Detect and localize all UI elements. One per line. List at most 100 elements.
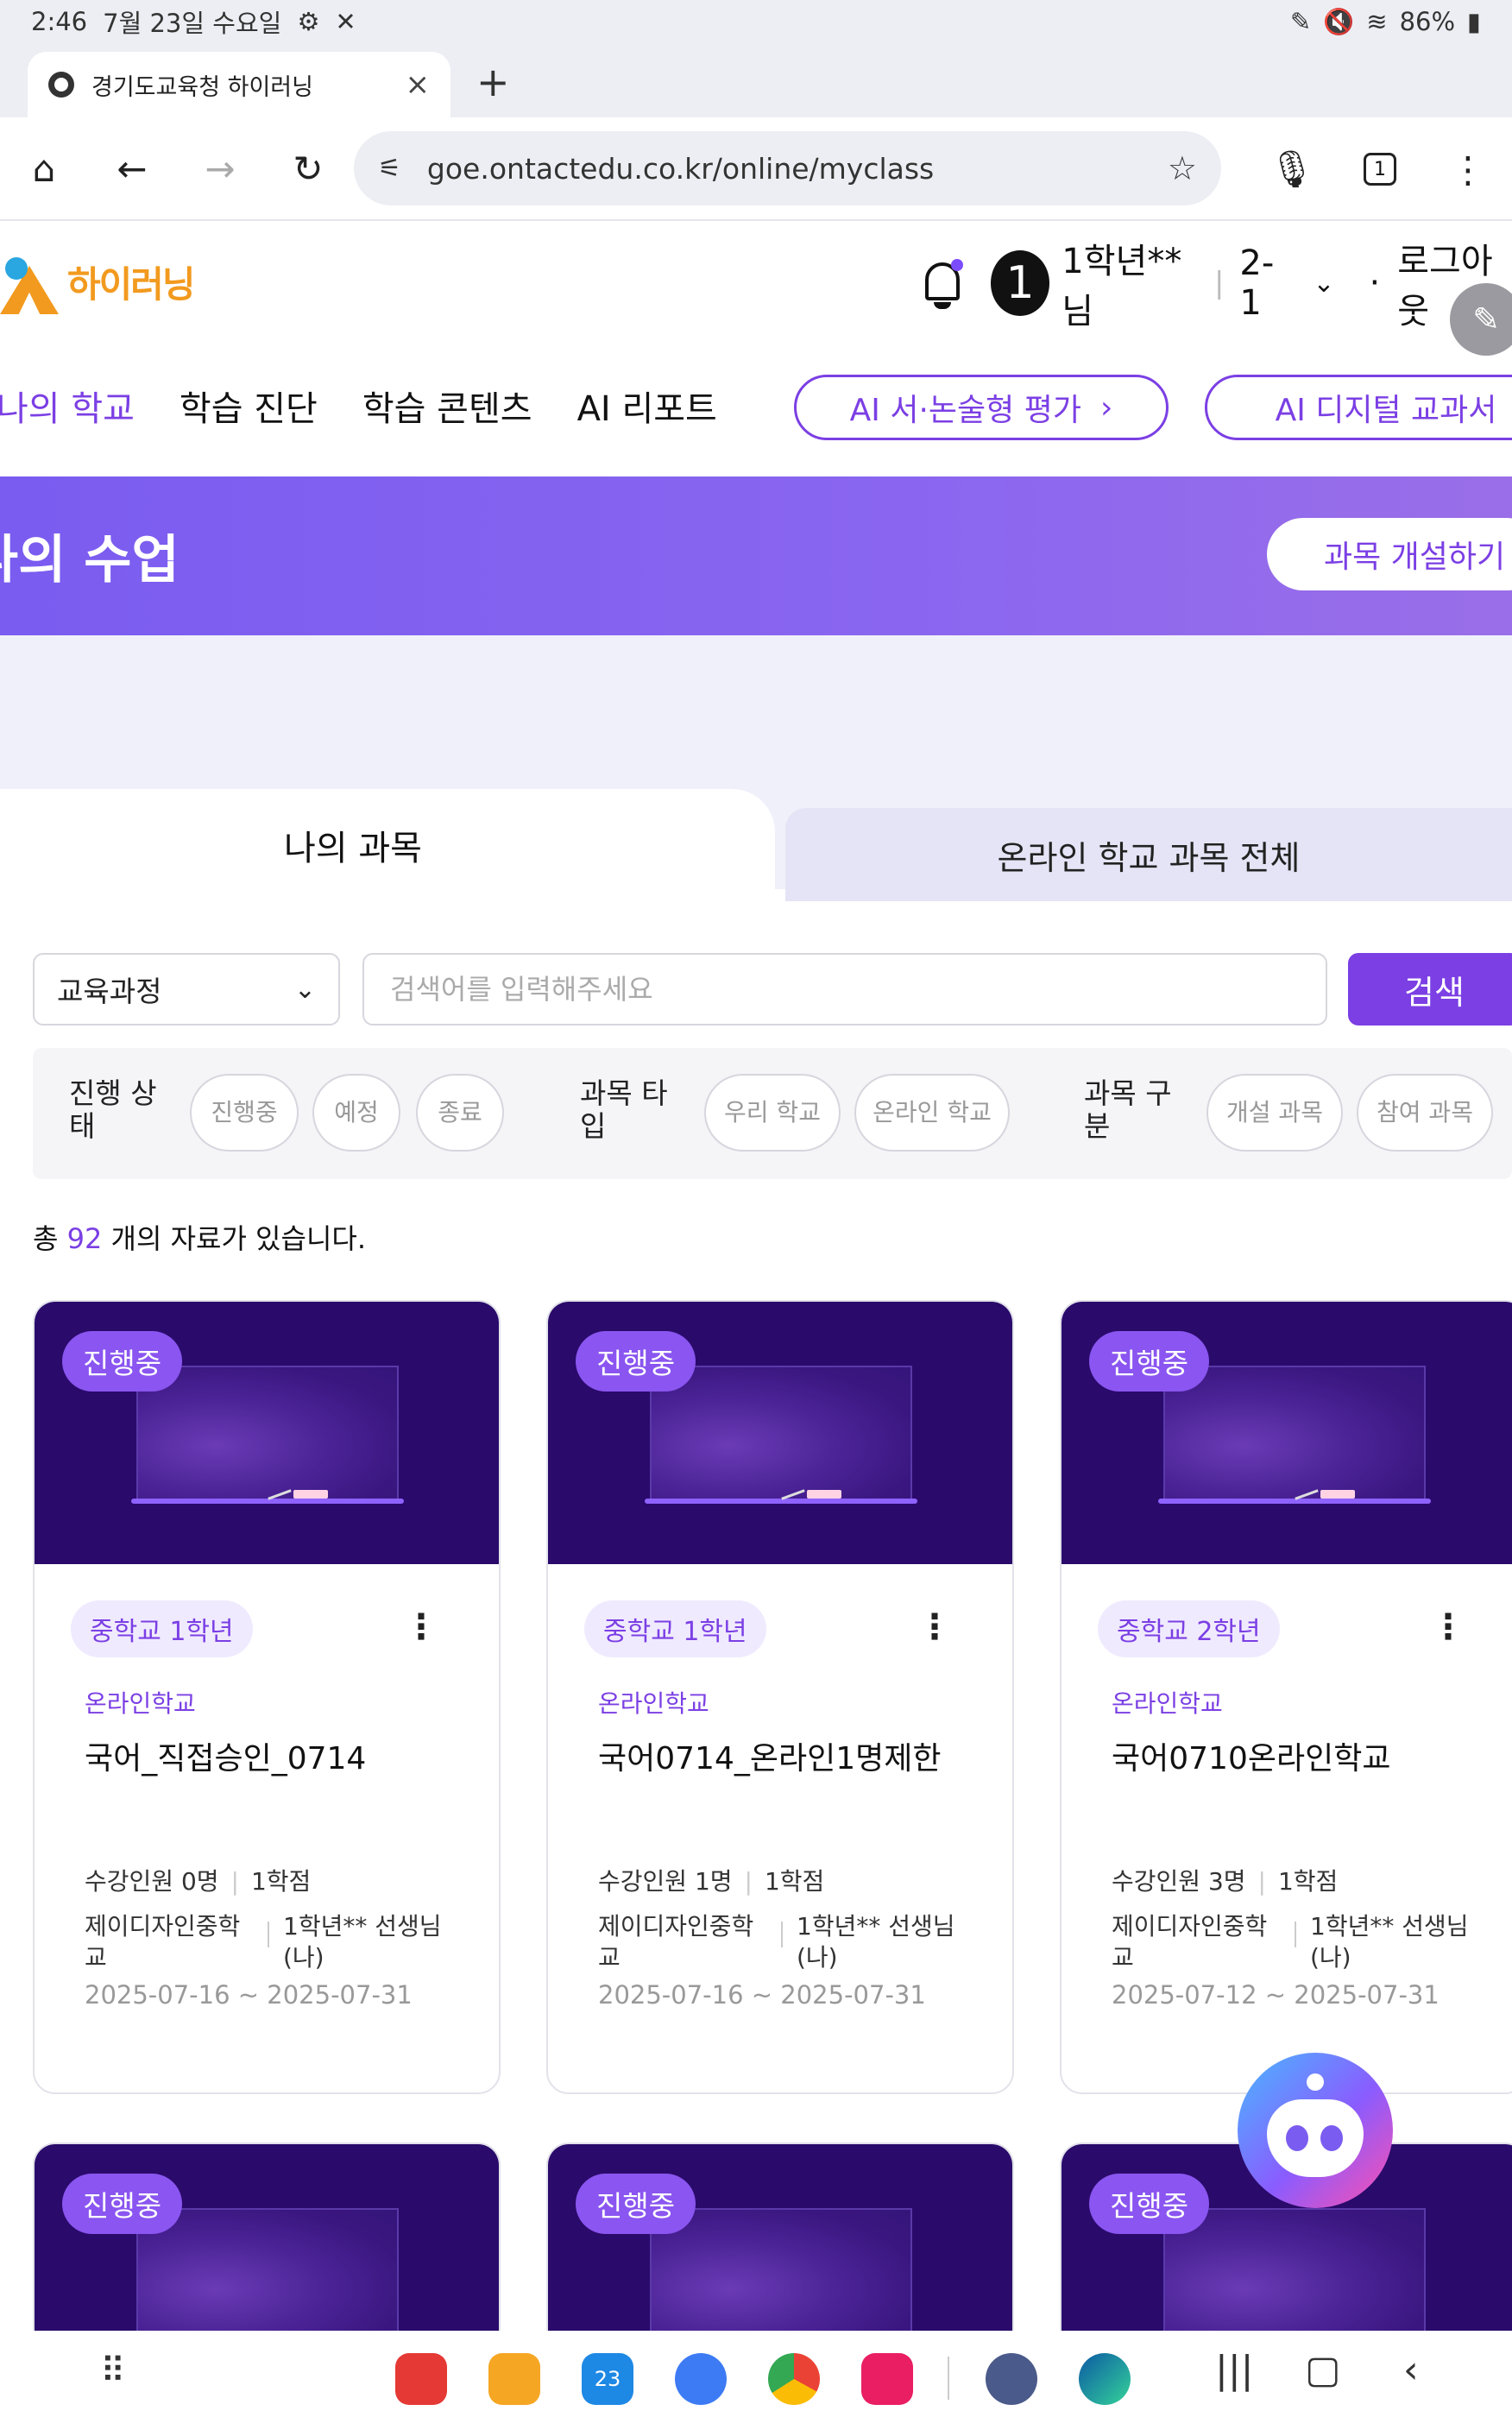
- ai-essay-evaluation-button[interactable]: AI 서·논술형 평가 ›: [794, 375, 1169, 440]
- course-thumbnail: 진행중: [35, 1302, 499, 1564]
- course-card[interactable]: 진행중 중학교 2학년 ⋮ 온라인학교 국어0710온라인학교 수강인원 3명 |…: [1060, 1300, 1512, 2094]
- browser-toolbar: ⌂ ← → ↻ ⚟ goe.ontactedu.co.kr/online/myc…: [0, 117, 1512, 221]
- address-bar[interactable]: ⚟ goe.ontactedu.co.kr/online/myclass ☆: [354, 131, 1221, 205]
- card-menu-kebab-icon[interactable]: ⋮: [1431, 1607, 1465, 1647]
- filter-chip-online-school[interactable]: 온라인 학교: [854, 1074, 1010, 1152]
- search-input[interactable]: [362, 953, 1327, 1025]
- site-logo[interactable]: 하이러닝: [0, 249, 196, 314]
- pen-status-icon: ✎: [1289, 7, 1312, 36]
- grade-tag: 중학교 2학년: [1098, 1600, 1280, 1657]
- back-icon[interactable]: ←: [88, 148, 176, 190]
- course-card[interactable]: 진행중 중학교 1학년 ⋮ 온라인학교 국어_직접승인_0714 수강인원 0명…: [33, 1300, 501, 2094]
- nav-learning-diagnosis[interactable]: 학습 진단: [180, 381, 318, 431]
- course-card[interactable]: 진행중: [546, 2142, 1014, 2332]
- home-system-icon[interactable]: ▢: [1305, 2348, 1341, 2392]
- chatbot-mascot-button[interactable]: [1238, 2053, 1393, 2208]
- course-meta: 수강인원 0명 | 1학점: [85, 1867, 312, 1896]
- menu-kebab-icon[interactable]: ⋮: [1424, 148, 1512, 191]
- microphone-icon[interactable]: 🎙: [1248, 148, 1336, 191]
- filter-chip-ended[interactable]: 종료: [416, 1074, 504, 1152]
- site-header: 하이러닝 1 1학년**님 | 2-1 ⌄ · 로그아웃: [0, 223, 1512, 352]
- course-card[interactable]: 진행중 중학교 1학년 ⋮ 온라인학교 국어0714_온라인1명제한 수강인원 …: [546, 1300, 1014, 2094]
- filter-status-label: 진행 상태: [69, 1076, 157, 1143]
- chevron-down-icon[interactable]: ⌄: [1313, 268, 1334, 299]
- cat-face-icon: [1267, 2099, 1364, 2177]
- reload-icon[interactable]: ↻: [264, 148, 352, 190]
- browser-tab-strip: 경기도교육청 하이러닝 × +: [0, 43, 1512, 117]
- status-badge: 진행중: [576, 1331, 696, 1392]
- curriculum-select[interactable]: 교육과정 ⌄: [33, 953, 340, 1025]
- home-icon[interactable]: ⌂: [0, 148, 88, 190]
- course-meta: 수강인원 3명 | 1학점: [1112, 1867, 1339, 1896]
- status-badge: 진행중: [1089, 1331, 1210, 1392]
- course-thumbnail: 진행중: [548, 1302, 1012, 1564]
- settings-app-icon[interactable]: [986, 2353, 1037, 2405]
- filter-chip-opened-course[interactable]: 개설 과목: [1206, 1074, 1343, 1152]
- nav-learning-contents[interactable]: 학습 콘텐츠: [362, 381, 532, 431]
- files-app-icon[interactable]: [488, 2353, 540, 2405]
- status-date: 7월 23일 수요일: [103, 9, 282, 38]
- chrome-app-icon[interactable]: [768, 2353, 820, 2405]
- tools-status-icon: ✕: [335, 7, 356, 36]
- filter-chip-joined-course[interactable]: 참여 과목: [1357, 1074, 1493, 1152]
- ai-digital-textbook-button[interactable]: AI 디지털 교과서: [1205, 375, 1512, 440]
- tab-all-online-courses[interactable]: 온라인 학교 과목 전체: [785, 808, 1512, 901]
- nav-my-school[interactable]: 나의 학교: [0, 381, 135, 431]
- filter-category-label: 과목 구분: [1084, 1076, 1172, 1143]
- tab-switcher-button[interactable]: 1: [1364, 153, 1396, 186]
- filter-chip-scheduled[interactable]: 예정: [312, 1074, 400, 1152]
- wifi-icon: ≋: [1366, 7, 1388, 36]
- nav-ai-report[interactable]: AI 리포트: [577, 381, 717, 431]
- create-course-button[interactable]: 과목 개설하기: [1267, 518, 1512, 590]
- chevron-down-icon: ⌄: [293, 974, 316, 1005]
- search-button[interactable]: 검색: [1348, 953, 1512, 1025]
- card-menu-kebab-icon[interactable]: ⋮: [404, 1607, 438, 1647]
- course-thumbnail: 진행중: [1062, 1302, 1512, 1564]
- status-badge: 진행중: [1089, 2174, 1210, 2234]
- close-tab-icon[interactable]: ×: [406, 67, 431, 102]
- status-badge: 진행중: [576, 2174, 696, 2234]
- grade-tag: 중학교 1학년: [584, 1600, 766, 1657]
- mute-icon: 🔇: [1323, 6, 1355, 36]
- url-text: goe.ontactedu.co.kr/online/myclass: [426, 151, 935, 186]
- recent-apps-icon[interactable]: |||: [1215, 2348, 1253, 2392]
- status-badge: 진행중: [62, 2174, 183, 2234]
- school-type: 온라인학교: [85, 1689, 196, 1718]
- teacher-name: 1학년** 선생님(나): [1310, 1912, 1469, 1972]
- class-selector[interactable]: 2-1: [1239, 243, 1290, 323]
- app-drawer-icon[interactable]: ⠿: [100, 2351, 125, 2391]
- camera-app-icon[interactable]: [861, 2353, 913, 2405]
- user-name: 1학년**님: [1062, 242, 1182, 331]
- filter-chip-in-progress[interactable]: 진행중: [190, 1074, 299, 1152]
- filter-type-label: 과목 타입: [580, 1076, 668, 1143]
- course-title[interactable]: 국어_직접승인_0714: [85, 1733, 366, 1778]
- forward-icon[interactable]: →: [176, 148, 264, 190]
- browser-tab-title: 경기도교육청 하이러닝: [91, 73, 313, 101]
- notification-count-badge[interactable]: 1: [990, 250, 1050, 316]
- filter-panel: 진행 상태 진행중 예정 종료 과목 타입 우리 학교 온라인 학교 과목 구분…: [33, 1048, 1512, 1179]
- tab-my-courses[interactable]: 나의 과목: [0, 789, 775, 901]
- notes-app-icon[interactable]: [395, 2353, 447, 2405]
- course-title[interactable]: 국어0714_온라인1명제한: [598, 1733, 941, 1778]
- school-name: 제이디자인중학교: [85, 1912, 241, 1972]
- settings-status-icon: ⚙: [297, 7, 320, 36]
- messages-app-icon[interactable]: [675, 2353, 727, 2405]
- school-name: 제이디자인중학교: [598, 1912, 754, 1972]
- new-tab-icon[interactable]: +: [476, 59, 510, 105]
- result-count: 총 92 개의 자료가 있습니다.: [33, 1222, 366, 1255]
- course-card[interactable]: 진행중: [33, 2142, 501, 2332]
- battery-icon: ▮: [1467, 7, 1481, 36]
- course-thumbnail: 진행중: [548, 2144, 1012, 2332]
- calendar-app-icon[interactable]: 23: [582, 2353, 633, 2405]
- edge-app-icon[interactable]: [1079, 2353, 1131, 2405]
- bookmark-star-icon[interactable]: ☆: [1168, 149, 1197, 187]
- course-title[interactable]: 국어0710온라인학교: [1112, 1733, 1390, 1778]
- chevron-right-icon: ›: [1099, 389, 1113, 426]
- battery-level: 86%: [1399, 7, 1456, 36]
- card-menu-kebab-icon[interactable]: ⋮: [917, 1607, 952, 1647]
- bell-icon[interactable]: [915, 256, 965, 311]
- back-system-icon[interactable]: ‹: [1403, 2348, 1419, 2392]
- site-settings-icon[interactable]: ⚟: [378, 154, 401, 184]
- browser-tab[interactable]: 경기도교육청 하이러닝 ×: [28, 52, 450, 117]
- filter-chip-our-school[interactable]: 우리 학교: [704, 1074, 841, 1152]
